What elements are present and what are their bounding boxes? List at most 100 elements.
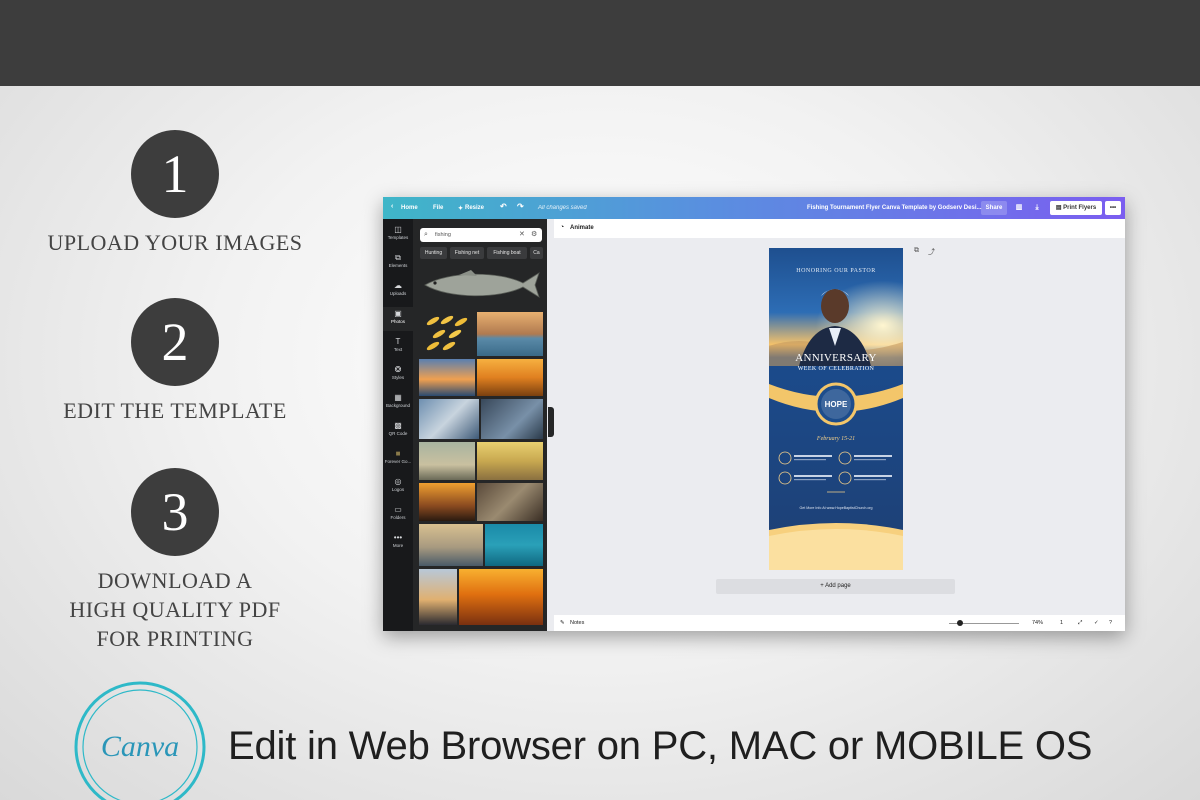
flyer-dates: February 15-21 <box>816 436 856 442</box>
flyer-gold-footer <box>769 523 903 570</box>
templates-icon: ◫ <box>394 225 402 234</box>
editor-canvas: ◔ Animate HONORING OUR PASTOR ANNIVERSAR… <box>554 219 1125 631</box>
help-icon[interactable]: ? <box>1109 620 1112 626</box>
clear-search-icon[interactable]: ✕ <box>519 228 525 242</box>
photo-thumb-tackle-box[interactable] <box>477 483 543 521</box>
gold-fish-school <box>426 315 468 351</box>
rail-item-styles[interactable]: ❂ Styles <box>383 365 413 380</box>
step-3-number: 3 <box>131 468 219 556</box>
add-page-button[interactable]: + Add page <box>716 579 955 594</box>
photo-thumb-fisherman-rod[interactable] <box>419 399 479 439</box>
rail-label: More <box>392 543 404 548</box>
rail-label: Uploads <box>389 291 407 296</box>
step-2-title: EDIT THE TEMPLATE <box>63 398 287 423</box>
step-2-number: 2 <box>131 298 219 386</box>
canva-logo: Canva <box>74 681 206 800</box>
rail-item-forever-go[interactable]: ■ Forever Go... <box>383 449 413 464</box>
editor-bottom-bar: ✎ Notes 74% 1 ⤢ ✓ ? <box>554 615 1125 631</box>
rail-item-uploads[interactable]: ☁ Uploads <box>383 281 413 296</box>
share-button[interactable]: Share <box>981 201 1007 215</box>
step-2: 2 EDIT THE TEMPLATE <box>30 298 320 425</box>
rail-item-elements[interactable]: ⧉ Elements <box>383 253 413 268</box>
rail-label: Logos <box>391 487 405 492</box>
zoom-level[interactable]: 74% <box>1032 620 1043 626</box>
chip-fishing-boat[interactable]: Fishing boat <box>487 247 527 259</box>
tagline: Edit in Web Browser on PC, MAC or MOBILE… <box>228 724 1093 768</box>
rail-item-folders[interactable]: ▭ Folders <box>383 505 413 520</box>
chip-hunting[interactable]: Hunting <box>420 247 447 259</box>
rail-label: Photos <box>390 319 405 324</box>
resize-star-icon: ✦ <box>458 206 464 212</box>
folders-icon: ▭ <box>394 505 402 514</box>
styles-icon: ❂ <box>394 365 402 374</box>
rail-item-logos[interactable]: ◎ Logos <box>383 477 413 492</box>
chevron-left-icon[interactable]: ‹ <box>391 203 393 210</box>
more-options-button[interactable]: ••• <box>1105 201 1121 215</box>
step-1-title: UPLOAD YOUR IMAGES <box>47 230 303 255</box>
filter-icon[interactable]: ⚙ <box>531 228 537 242</box>
photo-thumb-couple-dusk[interactable] <box>419 483 475 521</box>
add-page-icon[interactable]: ⤴ <box>928 247 935 257</box>
photo-thumb-angler-silhouette[interactable] <box>419 359 475 396</box>
save-status: All changes saved <box>538 205 587 211</box>
animate-button[interactable]: Animate <box>570 225 594 231</box>
step-3-title-line-3: FOR PRINTING <box>96 626 254 651</box>
search-value: fishing <box>435 232 451 238</box>
qr-code-icon: ▩ <box>394 421 402 430</box>
flyer-church: HOPE <box>824 400 848 409</box>
photos-panel: ⌕ fishing ✕ ⚙ Hunting Fishing net Fishin… <box>413 219 547 631</box>
rail-label: Templates <box>387 235 409 240</box>
rail-label: Styles <box>391 375 405 380</box>
step-3-title-line-1: DOWNLOAD A <box>97 568 253 593</box>
file-menu[interactable]: File <box>433 205 443 211</box>
chip-more[interactable]: Ca <box>530 247 543 259</box>
document-title[interactable]: Fishing Tournament Flyer Canva Template … <box>807 205 982 211</box>
more-icon: ••• <box>393 533 403 542</box>
photo-thumb-cyclist-shore[interactable] <box>419 442 475 480</box>
rail-label: Elements <box>388 263 408 268</box>
rail-item-templates[interactable]: ◫ Templates <box>383 225 413 240</box>
print-flyers-label: Print Flyers <box>1063 205 1097 211</box>
photo-thumb-orange-lake[interactable] <box>459 569 543 625</box>
undo-icon[interactable]: ↶ <box>500 202 507 211</box>
photo-thumb-boat-sunset[interactable] <box>477 359 543 396</box>
resize-button[interactable]: Resize <box>465 205 484 211</box>
check-icon[interactable]: ✓ <box>1094 620 1099 626</box>
duplicate-page-icon[interactable]: ⧉ <box>914 247 919 255</box>
photo-thumb-lone-fisher[interactable] <box>419 524 483 566</box>
insights-icon[interactable]: ▥ <box>1012 201 1026 215</box>
photo-thumb-lake-boat[interactable] <box>477 442 543 480</box>
notes-button[interactable]: Notes <box>570 620 584 626</box>
photo-thumb-dock-silhouette[interactable] <box>419 569 457 625</box>
rail-item-text[interactable]: T Text <box>383 337 413 352</box>
home-button[interactable]: Home <box>401 205 418 211</box>
fish-illustration[interactable] <box>419 267 543 303</box>
print-flyers-button[interactable]: ▤ Print Flyers <box>1050 201 1102 215</box>
rail-item-background[interactable]: ▦ Background <box>383 393 413 408</box>
page-count[interactable]: 1 <box>1060 620 1063 626</box>
rail-item-qr-code[interactable]: ▩ QR Code <box>383 421 413 436</box>
chip-fishing-net[interactable]: Fishing net <box>450 247 484 259</box>
canva-editor-screenshot: ‹ Home File ✦ Resize ↶ ↷ All changes sav… <box>383 197 1125 631</box>
notes-icon: ✎ <box>560 620 565 626</box>
download-icon[interactable]: ⤓ <box>1030 201 1044 215</box>
rail-label: QR Code <box>388 431 408 436</box>
rail-label: Forever Go... <box>384 459 412 464</box>
photo-thumb-pier-sunset[interactable] <box>477 312 543 356</box>
photo-thumb-underwater-fish[interactable] <box>485 524 543 566</box>
flyer-design[interactable]: HONORING OUR PASTOR ANNIVERSARY WEEK OF … <box>769 248 903 570</box>
fullscreen-icon[interactable]: ⤢ <box>1078 620 1082 627</box>
rail-item-more[interactable]: ••• More <box>383 533 413 548</box>
zoom-slider-handle[interactable] <box>957 620 963 626</box>
uploads-icon: ☁ <box>394 281 402 290</box>
step-1-number: 1 <box>131 130 219 218</box>
redo-icon[interactable]: ↷ <box>517 202 524 211</box>
rail-label: Folders <box>390 515 406 520</box>
flyer-website: Get More Info At www.HopeBaptistChurch.o… <box>799 506 873 510</box>
photo-search-input[interactable]: ⌕ fishing ✕ ⚙ <box>420 228 542 242</box>
rail-item-photos[interactable]: ▣ Photos <box>383 307 413 331</box>
editor-top-bar: ‹ Home File ✦ Resize ↶ ↷ All changes sav… <box>383 197 1125 219</box>
background-icon: ▦ <box>394 393 402 402</box>
photo-thumb-boat-reel[interactable] <box>481 399 543 439</box>
photo-thumb-gold-fish[interactable] <box>419 312 475 356</box>
